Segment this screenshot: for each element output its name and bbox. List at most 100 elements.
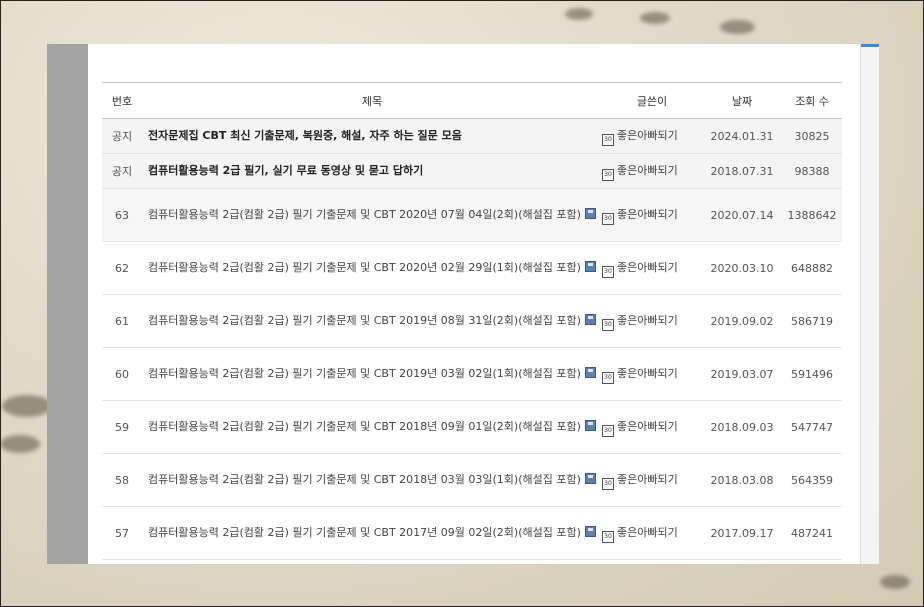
row-writer-cell[interactable]: 30 좋은아빠되기 xyxy=(602,295,702,348)
row-title-cell[interactable]: 컴퓨터활용능력 2급(컴활 2급) 필기 기출문제 및 CBT 2020년 07… xyxy=(142,189,602,242)
row-number: 58 xyxy=(115,473,129,487)
row-writer-name[interactable]: 좋은아빠되기 xyxy=(617,314,678,327)
floppy-disk-icon xyxy=(584,526,596,537)
member-badge-icon: 30 xyxy=(602,424,614,437)
row-writer-name[interactable]: 좋은아빠되기 xyxy=(617,261,678,274)
floppy-disk-icon xyxy=(584,208,596,219)
row-number: 공지 xyxy=(111,165,133,178)
row-title-link[interactable]: 전자문제집 CBT 최신 기출문제, 복원중, 해설, 자주 하는 질문 모음 xyxy=(148,129,462,142)
column-header-writer[interactable]: 글쓴이 xyxy=(602,83,702,119)
row-date: 2020.07.14 xyxy=(710,208,774,222)
row-writer-cell[interactable]: 30 좋은아빠되기 xyxy=(602,189,702,242)
floppy-disk-icon xyxy=(584,261,596,272)
row-writer-name[interactable]: 좋은아빠되기 xyxy=(617,367,678,380)
table-header-row: 번호 제목 글쓴이 날짜 조회 수 xyxy=(102,82,842,119)
row-number: 57 xyxy=(115,526,129,540)
left-sidebar xyxy=(47,44,88,564)
member-badge-icon: 30 xyxy=(602,168,614,181)
floppy-disk-icon xyxy=(584,473,596,484)
background-smudge xyxy=(880,575,910,589)
board-panel: 번호 제목 글쓴이 날짜 조회 수 공지 전자문제집 CBT 최신 기출문제, 복… xyxy=(88,44,860,564)
row-writer-name[interactable]: 좋은아빠되기 xyxy=(617,473,678,486)
member-badge-icon: 30 xyxy=(602,265,614,278)
member-badge-icon: 30 xyxy=(602,318,614,331)
post-row[interactable]: 59 컴퓨터활용능력 2급(컴활 2급) 필기 기출문제 및 CBT 2018년 … xyxy=(102,401,842,454)
right-scroll-strip xyxy=(860,44,879,564)
row-writer-cell[interactable]: 30 좋은아빠되기 xyxy=(602,348,702,401)
row-title-cell[interactable]: 컴퓨터활용능력 2급(컴활 2급) 필기 기출문제 및 CBT 2017년 09… xyxy=(142,507,602,560)
background-smudge xyxy=(720,20,755,34)
row-views: 98388 xyxy=(794,164,830,178)
row-writer-cell[interactable]: 30 좋은아빠되기 xyxy=(602,154,702,189)
row-views: 487241 xyxy=(791,526,833,540)
row-writer-name[interactable]: 좋은아빠되기 xyxy=(617,526,678,539)
notice-row[interactable]: 공지 전자문제집 CBT 최신 기출문제, 복원중, 해설, 자주 하는 질문 모… xyxy=(102,118,842,154)
row-views: 648882 xyxy=(791,261,833,275)
row-writer-name[interactable]: 좋은아빠되기 xyxy=(617,420,678,433)
row-views: 30825 xyxy=(794,129,830,143)
row-title-cell[interactable]: 컴퓨터활용능력 2급 필기, 실기 무료 동영상 및 묻고 답하기 xyxy=(142,154,602,189)
column-header-title[interactable]: 제목 xyxy=(142,83,602,119)
table-body: 공지 전자문제집 CBT 최신 기출문제, 복원중, 해설, 자주 하는 질문 모… xyxy=(102,118,842,560)
post-row[interactable]: 63 컴퓨터활용능력 2급(컴활 2급) 필기 기출문제 및 CBT 2020년 … xyxy=(102,188,842,242)
row-writer-cell[interactable]: 30 좋은아빠되기 xyxy=(602,242,702,295)
row-writer-cell[interactable]: 30 좋은아빠되기 xyxy=(602,507,702,560)
post-row[interactable]: 57 컴퓨터활용능력 2급(컴활 2급) 필기 기출문제 및 CBT 2017년 … xyxy=(102,507,842,560)
row-date: 2019.09.02 xyxy=(710,314,774,328)
floppy-disk-icon xyxy=(584,314,596,325)
row-title-cell[interactable]: 전자문제집 CBT 최신 기출문제, 복원중, 해설, 자주 하는 질문 모음 xyxy=(142,119,602,154)
row-title-link[interactable]: 컴퓨터활용능력 2급 필기, 실기 무료 동영상 및 묻고 답하기 xyxy=(148,164,423,177)
background-smudge xyxy=(565,8,593,20)
row-title-cell[interactable]: 컴퓨터활용능력 2급(컴활 2급) 필기 기출문제 및 CBT 2019년 03… xyxy=(142,348,602,401)
member-badge-icon: 30 xyxy=(602,133,614,146)
row-date: 2019.03.07 xyxy=(710,367,774,381)
post-row[interactable]: 61 컴퓨터활용능력 2급(컴활 2급) 필기 기출문제 및 CBT 2019년 … xyxy=(102,295,842,348)
row-title-link[interactable]: 컴퓨터활용능력 2급(컴활 2급) 필기 기출문제 및 CBT 2020년 02… xyxy=(148,261,581,274)
row-title-link[interactable]: 컴퓨터활용능력 2급(컴활 2급) 필기 기출문제 및 CBT 2017년 09… xyxy=(148,526,581,539)
row-number: 62 xyxy=(115,261,129,275)
post-row[interactable]: 62 컴퓨터활용능력 2급(컴활 2급) 필기 기출문제 및 CBT 2020년 … xyxy=(102,242,842,295)
row-writer-name[interactable]: 좋은아빠되기 xyxy=(617,208,678,221)
row-date: 2024.01.31 xyxy=(710,129,774,143)
post-row[interactable]: 60 컴퓨터활용능력 2급(컴활 2급) 필기 기출문제 및 CBT 2019년 … xyxy=(102,348,842,401)
row-date: 2018.07.31 xyxy=(710,164,774,178)
row-title-cell[interactable]: 컴퓨터활용능력 2급(컴활 2급) 필기 기출문제 및 CBT 2019년 08… xyxy=(142,295,602,348)
row-views: 547747 xyxy=(791,420,833,434)
column-header-views[interactable]: 조회 수 xyxy=(782,83,842,119)
floppy-disk-icon xyxy=(584,367,596,378)
row-title-link[interactable]: 컴퓨터활용능력 2급(컴활 2급) 필기 기출문제 및 CBT 2019년 08… xyxy=(148,314,581,327)
row-writer-cell[interactable]: 30 좋은아빠되기 xyxy=(602,119,702,154)
column-header-date[interactable]: 날짜 xyxy=(702,83,782,119)
column-header-num[interactable]: 번호 xyxy=(102,83,142,119)
post-row[interactable]: 58 컴퓨터활용능력 2급(컴활 2급) 필기 기출문제 및 CBT 2018년 … xyxy=(102,454,842,507)
row-date: 2018.03.08 xyxy=(710,473,774,487)
row-number: 60 xyxy=(115,367,129,381)
row-writer-name[interactable]: 좋은아빠되기 xyxy=(617,164,678,177)
row-writer-cell[interactable]: 30 좋은아빠되기 xyxy=(602,401,702,454)
accent-bar xyxy=(861,44,879,47)
row-title-cell[interactable]: 컴퓨터활용능력 2급(컴활 2급) 필기 기출문제 및 CBT 2018년 03… xyxy=(142,454,602,507)
row-writer-cell[interactable]: 30 좋은아빠되기 xyxy=(602,454,702,507)
row-title-link[interactable]: 컴퓨터활용능력 2급(컴활 2급) 필기 기출문제 및 CBT 2018년 03… xyxy=(148,473,581,486)
background-smudge xyxy=(0,435,40,453)
row-views: 1388642 xyxy=(787,208,837,222)
row-writer-name[interactable]: 좋은아빠되기 xyxy=(617,129,678,142)
row-date: 2018.09.03 xyxy=(710,420,774,434)
row-title-link[interactable]: 컴퓨터활용능력 2급(컴활 2급) 필기 기출문제 및 CBT 2018년 09… xyxy=(148,420,581,433)
row-views: 591496 xyxy=(791,367,833,381)
row-title-cell[interactable]: 컴퓨터활용능력 2급(컴활 2급) 필기 기출문제 및 CBT 2018년 09… xyxy=(142,401,602,454)
row-views: 586719 xyxy=(791,314,833,328)
row-title-link[interactable]: 컴퓨터활용능력 2급(컴활 2급) 필기 기출문제 및 CBT 2019년 03… xyxy=(148,367,581,380)
board-table: 번호 제목 글쓴이 날짜 조회 수 공지 전자문제집 CBT 최신 기출문제, 복… xyxy=(102,82,842,560)
row-date: 2020.03.10 xyxy=(710,261,774,275)
row-date: 2017.09.17 xyxy=(710,526,774,540)
member-badge-icon: 30 xyxy=(602,477,614,490)
row-number: 59 xyxy=(115,420,129,434)
background-smudge xyxy=(640,12,670,24)
floppy-disk-icon xyxy=(584,420,596,431)
member-badge-icon: 30 xyxy=(602,371,614,384)
row-number: 공지 xyxy=(111,130,133,143)
row-title-cell[interactable]: 컴퓨터활용능력 2급(컴활 2급) 필기 기출문제 및 CBT 2020년 02… xyxy=(142,242,602,295)
row-title-link[interactable]: 컴퓨터활용능력 2급(컴활 2급) 필기 기출문제 및 CBT 2020년 07… xyxy=(148,208,581,221)
notice-row[interactable]: 공지 컴퓨터활용능력 2급 필기, 실기 무료 동영상 및 묻고 답하기 30 좋은아… xyxy=(102,153,842,189)
